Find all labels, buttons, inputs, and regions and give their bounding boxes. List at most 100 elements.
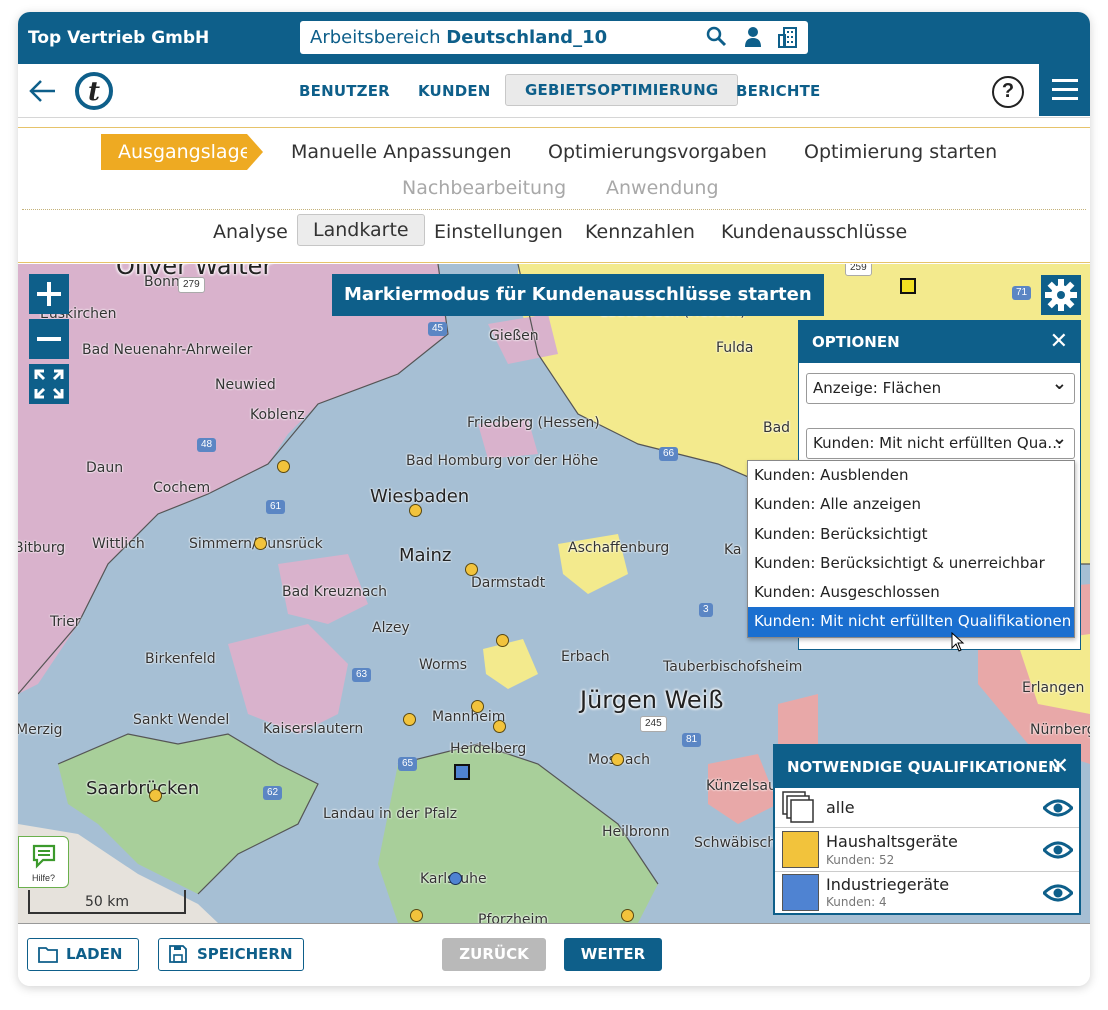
city-label: Heilbronn xyxy=(602,824,670,840)
city-label: Birkenfeld xyxy=(145,651,216,667)
qualification-row-all[interactable]: alle xyxy=(775,788,1079,828)
eye-icon[interactable] xyxy=(1043,883,1073,903)
customer-marker[interactable] xyxy=(611,753,624,766)
customer-marker[interactable] xyxy=(471,700,484,713)
back-arrow-icon[interactable] xyxy=(28,76,58,106)
tab-analyse[interactable]: Analyse xyxy=(213,221,288,243)
base-location-marker[interactable] xyxy=(454,764,470,780)
road-shield: 259 xyxy=(845,264,872,276)
customer-marker[interactable] xyxy=(621,909,634,922)
fullscreen-icon xyxy=(34,369,64,399)
svg-text:t: t xyxy=(88,77,100,107)
city-label: Alzey xyxy=(372,620,410,636)
customer-marker[interactable] xyxy=(254,537,267,550)
tab-einstellungen[interactable]: Einstellungen xyxy=(434,221,563,243)
step-optimierungsvorgaben[interactable]: Optimierungsvorgaben xyxy=(548,141,767,163)
marker-mode-button[interactable]: Markiermodus für Kundenausschlüsse start… xyxy=(332,274,824,316)
zoom-in-button[interactable] xyxy=(29,274,69,314)
customer-marker[interactable] xyxy=(493,720,506,733)
tab-kennzahlen[interactable]: Kennzahlen xyxy=(585,221,695,243)
customer-marker[interactable] xyxy=(449,872,462,885)
help-chat-button[interactable]: Hilfe? xyxy=(18,836,69,888)
city-label: Cochem xyxy=(153,480,211,496)
nav-kunden[interactable]: KUNDEN xyxy=(418,82,491,100)
color-swatch xyxy=(782,874,819,911)
city-label: Bonn xyxy=(144,274,180,290)
city-label: Pforzheim xyxy=(478,912,549,923)
nav-benutzer[interactable]: BENUTZER xyxy=(299,82,390,100)
city-label: Aschaffenburg xyxy=(568,540,670,556)
dropdown-option-selected[interactable]: Kunden: Mit nicht erfüllten Qualifikatio… xyxy=(748,607,1074,637)
settings-button[interactable] xyxy=(1041,275,1081,315)
close-icon[interactable]: ✕ xyxy=(1051,746,1069,788)
dropdown-option[interactable]: Kunden: Berücksichtigt & unerreichbar xyxy=(748,549,1074,578)
help-button[interactable]: ? xyxy=(992,76,1024,108)
user-icon[interactable] xyxy=(742,26,764,48)
dropdown-option[interactable]: Kunden: Alle anzeigen xyxy=(748,490,1074,519)
customer-marker[interactable] xyxy=(277,460,290,473)
app-window: Top Vertrieb GmbH Arbeitsbereich Deutsch… xyxy=(18,12,1090,986)
qualification-row[interactable]: Haushaltsgeräte Kunden: 52 xyxy=(775,828,1079,872)
display-select[interactable]: Anzeige: Flächen xyxy=(806,369,1075,404)
nav-berichte[interactable]: BERICHTE xyxy=(736,82,820,100)
load-button[interactable]: LADEN xyxy=(27,938,139,971)
step-anwendung: Anwendung xyxy=(606,177,719,199)
step-optimierung-starten[interactable]: Optimierung starten xyxy=(804,141,997,163)
city-label: Koblenz xyxy=(250,407,305,423)
city-label: Neuwied xyxy=(215,377,276,393)
base-location-marker[interactable] xyxy=(900,278,916,294)
options-title: OPTIONEN xyxy=(812,333,900,351)
step-nachbearbeitung: Nachbearbeitung xyxy=(402,177,567,199)
close-icon[interactable]: ✕ xyxy=(1050,321,1068,363)
qualification-label: Haushaltsgeräte xyxy=(826,832,958,851)
city-label: Bad Kreuznach xyxy=(282,584,388,600)
road-shield: 71 xyxy=(1012,286,1032,300)
gear-icon xyxy=(1045,279,1077,311)
fullscreen-button[interactable] xyxy=(29,364,69,404)
chat-icon xyxy=(32,844,56,869)
search-icon[interactable] xyxy=(706,26,728,48)
territory-map[interactable]: Oliver Walter Jürgen Weiß Bonn Euskirche… xyxy=(18,264,1090,923)
step-manuelle-anpassungen[interactable]: Manuelle Anpassungen xyxy=(291,141,512,163)
city-label: Bad Neuenahr-Ahrweiler xyxy=(82,342,253,358)
workspace-name: Deutschland_10 xyxy=(446,27,608,48)
next-button[interactable]: WEITER xyxy=(564,938,662,971)
city-label: Erlangen xyxy=(1022,680,1085,696)
building-icon[interactable] xyxy=(777,26,799,48)
customer-marker[interactable] xyxy=(410,909,423,922)
city-label: Landau in der Pfalz xyxy=(323,806,458,822)
eye-icon[interactable] xyxy=(1043,840,1073,860)
customer-marker[interactable] xyxy=(496,634,509,647)
dropdown-option[interactable]: Kunden: Berücksichtigt xyxy=(748,520,1074,549)
city-label: Daun xyxy=(86,460,124,476)
footer-bar: LADEN SPEICHERN ZURÜCK WEITER xyxy=(18,923,1090,986)
road-shield: 48 xyxy=(197,438,217,452)
customer-marker[interactable] xyxy=(409,504,422,517)
save-button[interactable]: SPEICHERN xyxy=(158,938,304,971)
city-label: Tauberbischofsheim xyxy=(663,659,803,675)
nav-gebietsoptimierung[interactable]: GEBIETSOPTIMIERUNG xyxy=(505,74,739,106)
customer-marker[interactable] xyxy=(403,713,416,726)
dropdown-option[interactable]: Kunden: Ausblenden xyxy=(748,461,1074,490)
qualification-row[interactable]: Industriegeräte Kunden: 4 xyxy=(775,872,1079,913)
step-ausgangslage[interactable]: Ausgangslage xyxy=(101,134,263,170)
customers-select[interactable]: Kunden: Mit nicht erfüllten Qua... xyxy=(806,424,1075,459)
save-label: SPEICHERN xyxy=(197,945,293,963)
zoom-out-button[interactable] xyxy=(29,319,69,359)
workspace-selector[interactable]: Arbeitsbereich Deutschland_10 xyxy=(300,21,808,54)
qualifications-header: NOTWENDIGE QUALIFIKATIONEN ✕ xyxy=(775,746,1079,788)
customer-marker[interactable] xyxy=(465,563,478,576)
dropdown-option[interactable]: Kunden: Ausgeschlossen xyxy=(748,578,1074,607)
hamburger-menu-icon[interactable] xyxy=(1039,64,1090,116)
logo-icon: t xyxy=(75,72,113,110)
city-label: Friedberg (Hessen) xyxy=(467,415,600,431)
customer-marker[interactable] xyxy=(149,789,162,802)
back-button[interactable]: ZURÜCK xyxy=(442,938,546,971)
tab-kundenausschluesse[interactable]: Kundenausschlüsse xyxy=(721,221,907,243)
tab-landkarte[interactable]: Landkarte xyxy=(297,214,425,246)
city-label: Mainz xyxy=(399,545,452,566)
city-label: Wittlich xyxy=(92,536,145,552)
color-swatch xyxy=(782,831,819,868)
eye-icon[interactable] xyxy=(1043,798,1073,818)
road-shield: 45 xyxy=(428,322,448,336)
